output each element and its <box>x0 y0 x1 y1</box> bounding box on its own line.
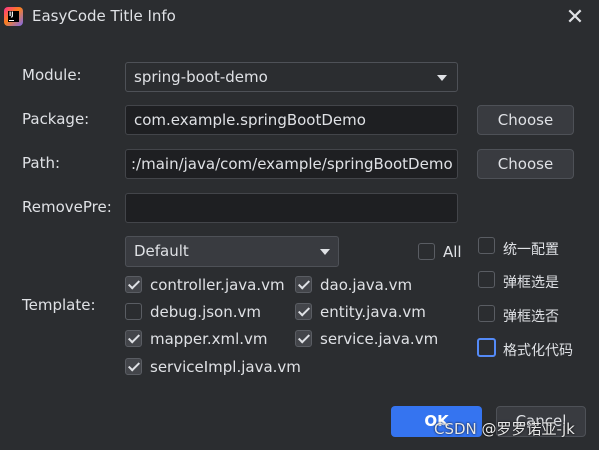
package-label: Package: <box>22 110 90 128</box>
template-label: Template: <box>22 296 96 314</box>
template-checkbox-entity[interactable] <box>295 303 312 320</box>
chevron-down-icon <box>320 249 330 255</box>
template-label-service: service.java.vm <box>320 330 439 348</box>
option-checkbox-popup-no[interactable] <box>478 305 495 322</box>
easycode-dialog: IJ EasyCode Title Info ✕ Module: spring-… <box>0 0 599 450</box>
template-label-debug: debug.json.vm <box>150 303 261 321</box>
template-label-serviceimpl: serviceImpl.java.vm <box>150 358 301 376</box>
package-choose-button[interactable]: Choose <box>477 105 574 135</box>
package-field[interactable]: com.example.springBootDemo <box>125 105 458 135</box>
template-checkbox-controller[interactable] <box>125 276 142 293</box>
option-label-unified-config: 统一配置 <box>503 242 559 258</box>
template-checkbox-service[interactable] <box>295 330 312 347</box>
module-select[interactable]: spring-boot-demo <box>125 62 458 92</box>
option-checkbox-unified-config[interactable] <box>478 237 495 254</box>
all-checkbox[interactable] <box>418 243 435 260</box>
remove-pre-label: RemovePre: <box>22 198 112 216</box>
remove-pre-field[interactable] <box>125 193 458 223</box>
template-label-mapper: mapper.xml.vm <box>150 330 268 348</box>
template-label-dao: dao.java.vm <box>320 276 413 294</box>
option-label-popup-no: 弹框选否 <box>503 309 559 325</box>
csdn-watermark: CSDN @罗罗诺亚-jk <box>434 420 575 438</box>
module-select-value: spring-boot-demo <box>134 68 268 86</box>
template-group-value: Default <box>134 242 189 260</box>
template-label-entity: entity.java.vm <box>320 303 426 321</box>
option-checkbox-format-code[interactable] <box>477 338 496 357</box>
module-label: Module: <box>22 66 82 84</box>
all-label: All <box>443 243 462 261</box>
template-group-select[interactable]: Default <box>125 236 339 267</box>
template-checkbox-mapper[interactable] <box>125 330 142 347</box>
path-label: Path: <box>22 154 61 172</box>
path-choose-button[interactable]: Choose <box>477 149 574 179</box>
chevron-down-icon <box>437 75 447 81</box>
option-label-format-code: 格式化代码 <box>503 343 573 359</box>
template-label-controller: controller.java.vm <box>150 276 285 294</box>
app-icon-text: IJ <box>8 11 19 22</box>
template-checkbox-dao[interactable] <box>295 276 312 293</box>
path-field[interactable]: :/main/java/com/example/springBootDemo <box>125 149 458 179</box>
template-checkbox-serviceimpl[interactable] <box>125 358 142 375</box>
window-title: EasyCode Title Info <box>32 7 176 25</box>
template-checkbox-debug[interactable] <box>125 303 142 320</box>
close-icon[interactable]: ✕ <box>560 3 590 33</box>
intellij-app-icon: IJ <box>4 7 23 26</box>
option-label-popup-yes: 弹框选是 <box>503 275 559 291</box>
option-checkbox-popup-yes[interactable] <box>478 271 495 288</box>
